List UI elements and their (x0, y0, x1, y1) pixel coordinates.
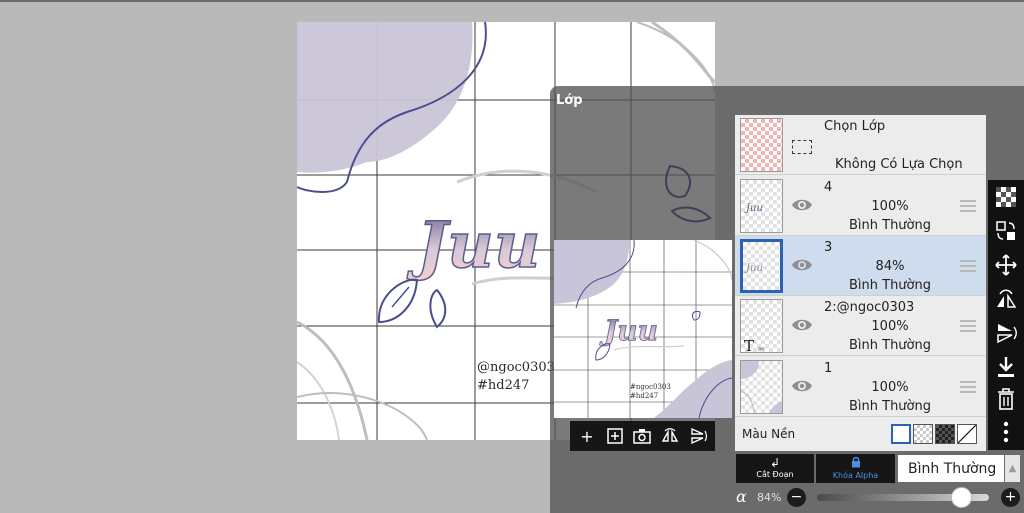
layer-row-selected[interactable]: Juu 3 84% Bình Thường (735, 236, 986, 296)
svg-text:@n: @n (758, 346, 765, 351)
trash-icon[interactable] (994, 387, 1018, 411)
canvas-signature: @ngoc0303 (477, 360, 555, 375)
eye-icon[interactable] (791, 196, 813, 214)
camera-icon[interactable] (630, 424, 654, 448)
layer-blend-mode: Bình Thường (848, 399, 931, 414)
svg-text:Juu: Juu (744, 203, 763, 214)
flip-horizontal-icon[interactable] (658, 424, 682, 448)
layer-thumbnail: T @n (740, 299, 783, 353)
drag-handle-icon[interactable] (960, 260, 976, 272)
marquee-icon (792, 140, 812, 154)
drag-handle-icon[interactable] (960, 200, 976, 212)
background-color-row: Màu Nền (735, 420, 986, 450)
flip-vertical-icon[interactable] (994, 321, 1018, 345)
alpha-lock-label: Khóa Alpha (832, 471, 879, 480)
alpha-lock-button[interactable]: Khóa Alpha (816, 454, 895, 483)
selection-layer-row[interactable]: Chọn Lớp Không Có Lựa Chọn (735, 115, 986, 175)
layer-opacity: 100% (871, 319, 909, 334)
svg-text:T: T (744, 337, 754, 353)
layer-thumbnail (740, 360, 783, 414)
preview-hashtag: #hd247 (630, 392, 659, 400)
layer-opacity: 84% (875, 259, 905, 274)
svg-text:Juu: Juu (599, 314, 658, 347)
layer-thumbnail: Juu (740, 239, 783, 293)
selection-status: Không Có Lựa Chọn (835, 157, 963, 172)
layer-opacity: 100% (871, 380, 909, 395)
selection-title: Chọn Lớp (824, 119, 886, 134)
alpha-symbol: α (736, 487, 747, 506)
eye-icon[interactable] (791, 377, 813, 395)
background-none-swatch[interactable] (957, 424, 977, 444)
layer-blend-mode: Bình Thường (848, 218, 931, 233)
layer-toolbar: + (570, 421, 715, 451)
background-label: Màu Nền (742, 427, 796, 441)
layer-blend-mode: Bình Thường (848, 338, 931, 353)
clipping-button[interactable]: ↲ Cắt Đoạn (736, 454, 814, 483)
opacity-decrease-button[interactable]: − (787, 488, 806, 507)
canvas-hashtag: #hd247 (477, 378, 530, 393)
layer-thumbnail: Juu (740, 179, 783, 233)
layer-name: 2:@ngoc0303 (824, 300, 915, 315)
add-layer-icon[interactable]: + (575, 424, 599, 448)
background-light-checker-swatch[interactable] (913, 424, 933, 444)
more-options-icon[interactable] (994, 420, 1018, 444)
layer-name: 1 (824, 361, 833, 376)
clipping-label: Cắt Đoạn (756, 470, 794, 479)
layer-preview[interactable]: Juu #ngoc0303 #hd247 (554, 240, 732, 418)
clip-arrow-icon: ↲ (769, 456, 781, 470)
selection-thumbnail (740, 118, 783, 172)
layer-list: Chọn Lớp Không Có Lựa Chọn Juu 4 100% Bì… (735, 115, 986, 451)
lock-icon (816, 456, 895, 471)
opacity-slider-knob[interactable] (950, 487, 972, 508)
transparency-checker-icon[interactable] (994, 185, 1018, 209)
flip-horizontal-icon[interactable] (994, 287, 1018, 311)
layer-name: 3 (824, 240, 833, 255)
drag-handle-icon[interactable] (960, 320, 976, 332)
layer-swap-icon[interactable] (994, 219, 1018, 243)
eye-icon[interactable] (791, 256, 813, 274)
layer-tool-column (988, 180, 1024, 450)
layer-blend-mode: Bình Thường (848, 278, 931, 293)
add-layer-special-icon[interactable] (603, 424, 627, 448)
merge-down-icon[interactable] (994, 355, 1018, 379)
blend-mode-arrow-icon[interactable]: ▲ (1005, 455, 1020, 482)
flip-vertical-icon[interactable] (686, 424, 710, 448)
svg-text:Juu: Juu (744, 263, 763, 274)
panel-title: Lớp (556, 93, 583, 108)
blend-mode-select[interactable]: Bình Thường (898, 455, 1004, 482)
preview-signature: #ngoc0303 (630, 383, 671, 391)
move-icon[interactable] (994, 253, 1018, 277)
top-border (0, 0, 1024, 2)
layer-opacity: 100% (871, 199, 909, 214)
eye-icon[interactable] (791, 316, 813, 334)
layer-row[interactable]: 1 100% Bình Thường (735, 357, 986, 417)
layer-row[interactable]: Juu 4 100% Bình Thường (735, 176, 986, 236)
opacity-increase-button[interactable]: + (1001, 488, 1020, 507)
background-dark-checker-swatch[interactable] (935, 424, 955, 444)
background-white-swatch[interactable] (891, 424, 911, 444)
art-lettering: Juu (406, 208, 540, 283)
layer-name: 4 (824, 180, 833, 195)
drag-handle-icon[interactable] (960, 381, 976, 393)
opacity-value: 84% (757, 491, 782, 504)
layer-row[interactable]: T @n 2:@ngoc0303 100% Bình Thường (735, 296, 986, 356)
